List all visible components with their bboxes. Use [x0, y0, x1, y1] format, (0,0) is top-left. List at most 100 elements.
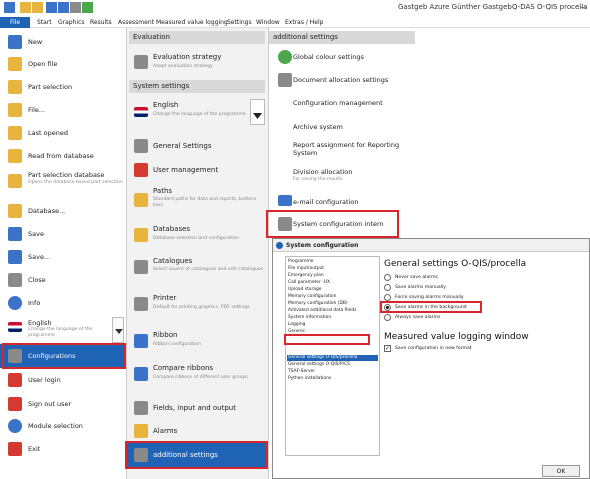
exit-label: Exit [28, 445, 41, 453]
configuration-management-button[interactable]: Configuration management [269, 94, 415, 112]
document-allocation-settings-button[interactable]: Document allocation settings [269, 70, 415, 90]
read-from-database-label: Read from database [28, 152, 94, 160]
tree-item[interactable]: Programme [288, 259, 314, 264]
databases-button[interactable]: Databases Database selection and configu… [129, 222, 265, 250]
radio-save-manually[interactable] [384, 284, 391, 291]
file-button[interactable]: File... [0, 100, 127, 120]
user-login-button[interactable]: User login [0, 370, 127, 390]
ok-button[interactable]: OK [542, 465, 580, 477]
databases-label: Databases [153, 225, 191, 233]
folder-icon[interactable] [20, 2, 31, 13]
menu-assessment[interactable]: Assessment [118, 17, 154, 28]
last-opened-button[interactable]: Last opened [0, 123, 127, 143]
save-button[interactable]: Save [0, 224, 127, 244]
tree-item[interactable]: Emergency plan [288, 273, 324, 278]
menu-graphics[interactable]: Graphics [58, 17, 85, 28]
save-as-button[interactable]: Save... [0, 247, 127, 267]
catalogues-button[interactable]: Catalogues Select source of catalogues a… [129, 254, 265, 284]
radio-force-save-label: Force saving alarms manually [395, 295, 464, 300]
compare-ribbons-button[interactable]: Compare ribbons Compare ribbons of diffe… [129, 361, 265, 389]
read-from-database-button[interactable]: Read from database [0, 146, 127, 166]
menu-extras-help[interactable]: Extras / Help [285, 17, 323, 28]
folder-icon[interactable] [32, 2, 43, 13]
window-title: Gastgeb Azure Günther Gastgeb [398, 3, 512, 11]
close-document-icon [8, 273, 22, 287]
part-selection-button[interactable]: Part selection [0, 77, 127, 97]
global-colour-settings-button[interactable]: Global colour settings [269, 47, 415, 67]
arrow-icon[interactable] [82, 2, 93, 13]
ribbon-button[interactable]: Ribbon Ribbon configuration [129, 328, 265, 356]
module-selection-button[interactable]: Module selection [0, 416, 127, 436]
user-management-button[interactable]: User management [129, 160, 265, 180]
tree-item[interactable]: Python installations [288, 376, 331, 381]
language-button[interactable]: English Change the language of the progr… [129, 97, 249, 129]
printer-desc: Default for printing graphics, PDF setti… [153, 305, 250, 310]
language-label: English [153, 101, 179, 109]
sign-out-user-label: Sign out user [28, 400, 72, 408]
print-icon[interactable] [70, 2, 81, 13]
close-button[interactable]: Close [0, 270, 127, 290]
menu-window[interactable]: Window [256, 17, 280, 28]
radio-save-manually-label: Save alarms manually [395, 285, 446, 290]
tree-item[interactable]: File input/output [288, 266, 324, 271]
radio-always-save[interactable] [384, 314, 391, 321]
info-button[interactable]: Info [0, 293, 127, 313]
tree-item[interactable]: Call parameter -UX [288, 280, 330, 285]
save-config-new-format-checkbox[interactable]: ✓ [384, 345, 391, 352]
evaluation-strategy-button[interactable]: Evaluation strategy Adapt evaluation str… [129, 49, 265, 76]
minimize-button[interactable]: — [580, 3, 587, 11]
email-configuration-label: e-mail configuration [293, 198, 359, 206]
highlight-configurations [2, 343, 126, 369]
language-dropdown[interactable] [250, 99, 265, 125]
tree-item[interactable]: Memory configuration (DB) [288, 301, 348, 306]
module-selection-label: Module selection [28, 422, 83, 430]
archive-system-button[interactable]: Archive system [269, 118, 415, 136]
part-selection-label: Part selection [28, 83, 73, 91]
new-button[interactable]: New [0, 32, 127, 52]
user-management-label: User management [153, 166, 219, 174]
language-selector[interactable]: English Change the language of the progr… [0, 316, 127, 344]
fields-input-output-label: Fields, input and output [153, 404, 236, 412]
email-configuration-button[interactable]: e-mail configuration [269, 193, 415, 211]
tree-item[interactable]: Logging [288, 322, 305, 327]
global-colour-settings-label: Global colour settings [293, 53, 364, 61]
fields-input-output-button[interactable]: Fields, input and output [129, 398, 265, 418]
tree-item[interactable]: Memory configuration [288, 294, 336, 299]
menu-settings[interactable]: Settings [227, 17, 252, 28]
tree-item[interactable]: TSAF-Server [288, 369, 315, 374]
menu-results[interactable]: Results [90, 17, 112, 28]
menu-file[interactable]: File [0, 17, 30, 28]
save-icon[interactable] [46, 2, 57, 13]
report-assignment-button[interactable]: Report assignment for Reporting System [269, 138, 415, 160]
highlight-save-background-option [380, 301, 482, 313]
radio-never-save[interactable] [384, 274, 391, 281]
paths-button[interactable]: Paths Standard paths for data and report… [129, 184, 265, 214]
exit-button[interactable]: Exit [0, 439, 127, 459]
menu-measured-value-logging[interactable]: Measured value logging [156, 17, 228, 28]
file-label: File... [28, 106, 46, 114]
module-icon [8, 419, 22, 433]
document-icon [278, 73, 292, 87]
save-icon[interactable] [58, 2, 69, 13]
alarms-button[interactable]: Alarms [129, 421, 265, 441]
open-file-button[interactable]: Open file [0, 54, 127, 74]
general-settings-button[interactable]: General Settings [129, 136, 265, 156]
part-selection-database-button[interactable]: Part selection database Opens the databa… [0, 168, 127, 196]
general-settings-label: General Settings [153, 142, 212, 150]
tree-item[interactable]: Upload storage [288, 287, 321, 292]
chevron-down-icon [253, 113, 262, 119]
tree-item[interactable]: Activated additional data fields [288, 308, 356, 313]
tree-item[interactable]: System information [288, 315, 331, 320]
printer-button[interactable]: Printer Default for printing graphics, P… [129, 291, 265, 321]
close-label: Close [28, 276, 46, 284]
radio-force-save[interactable] [384, 294, 391, 301]
database-button[interactable]: Database... [0, 201, 127, 221]
tree-item-selected[interactable]: General settings O-QIS/procella [288, 355, 357, 360]
language-dropdown[interactable] [112, 317, 124, 343]
sign-out-user-button[interactable]: Sign out user [0, 394, 127, 414]
tree-item[interactable]: General settings O-QIS/P/CS [288, 362, 350, 367]
menu-start[interactable]: Start [37, 17, 52, 28]
configuration-tree[interactable]: Programme File input/output Emergency pl… [285, 256, 380, 456]
division-allocation-button[interactable]: Division allocation For saving the resul… [269, 165, 415, 185]
user-icon [8, 373, 22, 387]
